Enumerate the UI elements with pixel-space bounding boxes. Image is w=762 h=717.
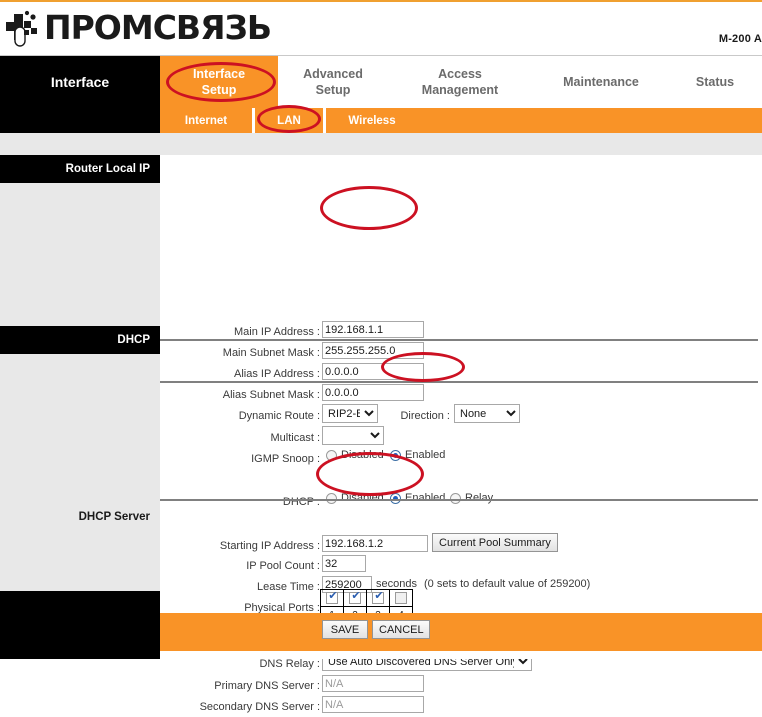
tab-maintenance-label: Maintenance [563,75,639,89]
save-button[interactable]: SAVE [322,620,368,639]
radio-circle-igmp-enabled [390,449,401,461]
subtab-internet-label: Internet [184,114,228,127]
label-multicast: Multicast : [270,432,320,444]
content-top-strip [160,133,762,155]
section-header-router-local-ip: Router Local IP [0,155,160,183]
subtab-wireless[interactable]: Wireless [326,108,418,133]
company-logo: ПРОМСВЯЗЬ [6,6,272,50]
divider-dns [160,499,758,501]
section-header-dhcp-server: DHCP Server [78,511,150,523]
tab-advanced-setup-line2: Setup [315,83,351,97]
port-2-checkbox[interactable] [349,590,362,604]
plug-connector-icon [6,8,40,48]
dhcp-disabled-radio[interactable]: Disabled [326,492,384,504]
port-2-cell[interactable] [343,589,367,607]
direction-select[interactable]: None [454,404,520,423]
port-3-cell[interactable] [366,589,390,607]
label-dynamic-route: Dynamic Route : [238,410,320,422]
tab-access-management-line2: Management [421,83,499,97]
company-name: ПРОМСВЯЗЬ [44,8,272,47]
radio-circle-dhcp-disabled [326,492,337,504]
multicast-select[interactable] [322,426,384,445]
brand-banner: ПРОМСВЯЗЬ M-200 A [0,0,762,56]
tab-interface-setup-line2: Setup [201,83,237,97]
tab-access-management-line1: Access [438,67,482,81]
subtab-lan-label: LAN [277,114,301,127]
secondary-dns-server-input[interactable] [322,696,424,713]
tab-access-management[interactable]: Access Management [396,56,524,108]
label-primary-dns-server: Primary DNS Server : [214,680,320,692]
port-4-checkbox[interactable] [395,592,407,604]
dhcp-relay-radio[interactable]: Relay [450,492,493,504]
sub-navigation: Internet LAN Wireless [0,108,762,133]
tab-status-label: Status [695,75,735,89]
label-alias-subnet-mask: Alias Subnet Mask : [222,389,320,401]
radio-circle-dhcp-relay [450,492,461,504]
port-3-checkbox[interactable] [372,590,385,604]
tab-interface-setup-line1: Interface [192,67,246,81]
dhcp-enabled-radio[interactable]: Enabled [390,492,445,504]
igmp-disabled-label: Disabled [341,449,384,461]
main-navigation: Interface Interface Setup Advanced Setup… [0,56,762,108]
radio-circle-dhcp-enabled [390,492,401,504]
tab-maintenance[interactable]: Maintenance [538,56,664,108]
radio-circle-igmp-disabled [326,449,337,461]
subtab-wireless-label: Wireless [348,114,396,127]
settings-page: Router Local IP Main IP Address : Main S… [0,133,762,713]
tab-status[interactable]: Status [672,56,758,108]
dhcp-disabled-label: Disabled [341,492,384,504]
tab-interface-setup[interactable]: Interface Setup [160,56,278,108]
section-header-dhcp: DHCP [0,326,160,354]
footer-left-filler [0,613,160,659]
subnav-left-filler [0,108,160,133]
ip-pool-count-input[interactable] [322,555,366,572]
alias-ip-address-input[interactable] [322,363,424,380]
label-lease-time: Lease Time : [257,581,320,593]
lease-time-note: (0 sets to default value of 259200) [424,578,591,590]
divider-dhcp-server [160,381,758,383]
label-ip-pool-count: IP Pool Count : [246,560,320,572]
dhcp-relay-label: Relay [465,492,494,504]
igmp-snoop-disabled-radio[interactable]: Disabled [326,449,384,461]
dhcp-enabled-label: Enabled [405,492,446,504]
label-igmp-snoop: IGMP Snoop : [251,453,320,465]
footer-bottom-spacer [160,651,762,659]
physical-ports-checkbox-row [320,589,413,607]
alias-subnet-mask-input[interactable] [322,384,424,401]
cancel-button[interactable]: CANCEL [372,620,430,639]
subtab-lan[interactable]: LAN [255,108,323,133]
primary-dns-server-input[interactable] [322,675,424,692]
gutter-top-spacer [0,133,160,155]
port-1-checkbox[interactable] [326,590,339,604]
label-starting-ip-address: Starting IP Address : [219,540,320,552]
starting-ip-address-input[interactable] [322,535,428,552]
label-direction: Direction : [400,410,450,422]
main-ip-address-input[interactable] [322,321,424,338]
port-4-cell[interactable] [389,589,413,607]
current-section-label: Interface [0,56,160,108]
divider-dhcp [160,339,758,341]
label-secondary-dns-server: Secondary DNS Server : [199,701,320,713]
port-1-cell[interactable] [320,589,344,607]
main-subnet-mask-input[interactable] [322,342,424,359]
footer-action-bar [160,613,762,651]
page-footer: SAVE CANCEL [0,613,762,659]
subtab-internet[interactable]: Internet [160,108,252,133]
igmp-snoop-enabled-radio[interactable]: Enabled [390,449,445,461]
current-pool-summary-button[interactable]: Current Pool Summary [432,533,558,552]
tab-advanced-setup[interactable]: Advanced Setup [278,56,388,108]
device-model: M-200 A [718,33,762,45]
tab-advanced-setup-line1: Advanced [303,67,363,81]
igmp-enabled-label: Enabled [405,449,446,461]
